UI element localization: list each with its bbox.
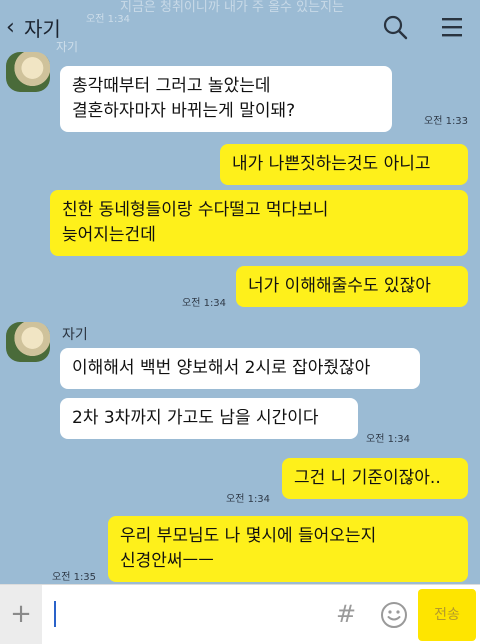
smile-icon[interactable]: [380, 601, 408, 629]
message-timestamp: 오전 1:34: [366, 434, 411, 445]
chat-bubble-outgoing: 친한 동네형들이랑 수다떨고 먹다보니 늦어지는건데: [50, 190, 468, 256]
chat-bubble-incoming: 총각때부터 그러고 놀았는데 결혼하자마자 바뀌는게 말이돼?: [60, 66, 392, 132]
faded-previous-message: 지금은 청취이니까 내가 주 올수 있는지는: [120, 0, 344, 15]
chat-bubble-outgoing: 너가 이해해줄수도 있잖아: [236, 266, 468, 307]
avatar[interactable]: [6, 322, 50, 362]
send-button[interactable]: 전송: [418, 589, 476, 641]
message-input-bar: + # 전송: [0, 584, 480, 644]
plus-button[interactable]: +: [0, 585, 42, 644]
chat-bubble-outgoing: 내가 나쁜짓하는것도 아니고: [220, 144, 468, 185]
chat-bubble-incoming: 이해해서 백번 양보해서 2시로 잡아줬잖아: [60, 348, 420, 389]
message-timestamp: 오전 1:34: [226, 494, 271, 505]
message-timestamp: 오전 1:33: [424, 116, 469, 127]
chat-bubble-outgoing: 그건 니 기준이잖아..: [282, 458, 468, 499]
text-cursor: [54, 601, 56, 627]
chevron-left-icon[interactable]: ‹: [6, 14, 26, 42]
message-input[interactable]: [48, 593, 318, 637]
message-timestamp: 오전 1:34: [182, 298, 227, 309]
chat-bubble-outgoing: 우리 부모님도 나 몇시에 들어오는지 신경안써ㅡㅡ: [108, 516, 468, 582]
hash-icon[interactable]: #: [332, 599, 360, 629]
faded-sender-name: 자기: [56, 40, 79, 54]
hamburger-menu-icon[interactable]: [440, 16, 464, 38]
sender-name: 자기: [62, 327, 88, 343]
faded-timestamp: 오전 1:34: [86, 14, 131, 25]
message-timestamp: 오전 1:35: [52, 572, 97, 583]
chat-header: 지금은 청취이니까 내가 주 올수 있는지는 오전 1:34 ‹ 자기 자기: [0, 0, 480, 56]
search-icon[interactable]: [382, 14, 408, 40]
chat-bubble-incoming: 2차 3차까지 가고도 남을 시간이다: [60, 398, 358, 439]
avatar[interactable]: [6, 52, 50, 92]
